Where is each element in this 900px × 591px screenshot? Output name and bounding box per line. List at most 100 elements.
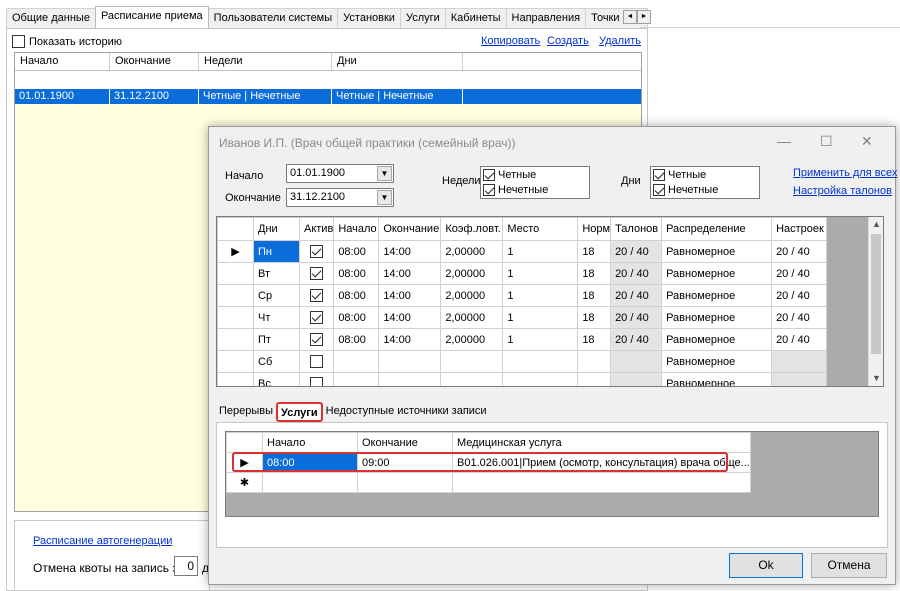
tickets-cell[interactable]: 20 / 40 — [610, 306, 663, 329]
table-row[interactable]: Сб Равномерное — [217, 350, 828, 373]
table-row[interactable]: Чт 08:00 14:00 2,00000 1 18 20 / 40 Равномерное… — [217, 306, 828, 329]
column-header-coef[interactable]: Коэф.ловт. — [440, 217, 504, 241]
norm-cell[interactable] — [577, 372, 612, 386]
distribution-cell[interactable]: Равномерное — [661, 328, 773, 351]
scroll-down-icon[interactable]: ▼ — [869, 371, 883, 386]
top-tab-1[interactable]: Общие данные — [6, 8, 96, 28]
active-checkbox-cell[interactable] — [298, 350, 335, 373]
start-cell[interactable]: 08:00 — [333, 328, 380, 351]
top-tab-3[interactable]: Пользователи системы — [207, 8, 339, 28]
end-cell[interactable] — [378, 372, 442, 386]
tab-breaks[interactable]: Перерывы — [216, 402, 276, 422]
new-start-cell[interactable] — [262, 472, 358, 493]
norm-cell[interactable]: 18 — [577, 284, 612, 307]
weeks-odd-item[interactable]: Нечетные — [481, 182, 589, 197]
weeks-checklist[interactable]: Четные Нечетные — [480, 166, 590, 199]
tickets-settings-link[interactable]: Настройка талонов — [793, 185, 892, 197]
checkbox-checked-icon[interactable] — [483, 183, 495, 196]
table-row[interactable]: 01.01.1900 31.12.2100 Четные | Нечетные … — [15, 89, 641, 104]
norm-cell[interactable]: 18 — [577, 328, 612, 351]
cell-weeks[interactable]: Четные | Нечетные — [199, 89, 332, 104]
cell-days[interactable]: Четные | Нечетные — [332, 89, 463, 104]
coef-cell[interactable] — [440, 350, 504, 373]
distribution-cell[interactable]: Равномерное — [661, 284, 773, 307]
top-tab-7[interactable]: Направления — [505, 8, 587, 28]
active-checkbox-cell[interactable] — [298, 306, 335, 329]
weeks-even-item[interactable]: Четные — [481, 167, 589, 182]
column-header-end[interactable]: Окончание — [110, 53, 199, 70]
norm-cell[interactable] — [577, 350, 612, 373]
column-header-end[interactable]: Окончание — [378, 217, 442, 241]
settings-cell[interactable]: 20 / 40 — [771, 328, 828, 351]
checkbox-checked-icon[interactable] — [310, 289, 324, 302]
days-odd-item[interactable]: Нечетные — [651, 182, 759, 197]
start-cell[interactable] — [333, 350, 380, 373]
chevron-down-icon[interactable]: ▼ — [377, 166, 392, 181]
column-header-day[interactable]: Дни — [253, 217, 300, 241]
column-header-start[interactable]: Начало — [333, 217, 380, 241]
checkbox-unchecked-icon[interactable] — [310, 377, 324, 386]
day-cell[interactable]: Вс — [253, 372, 300, 386]
table-row[interactable]: Вс Равномерное — [217, 372, 828, 386]
active-checkbox-cell[interactable] — [298, 284, 335, 307]
place-cell[interactable]: 1 — [502, 306, 579, 329]
checkbox-checked-icon[interactable] — [483, 168, 495, 181]
tab-scroll-right-icon[interactable]: ► — [637, 10, 651, 24]
checkbox-checked-icon[interactable] — [653, 183, 665, 196]
active-checkbox-cell[interactable] — [298, 372, 335, 386]
scrollbar-thumb[interactable] — [871, 234, 881, 354]
tickets-cell[interactable]: 20 / 40 — [610, 328, 663, 351]
top-tab-5[interactable]: Услуги — [399, 8, 446, 28]
tab-scroll-left-icon[interactable]: ◄ — [623, 10, 637, 24]
active-checkbox-cell[interactable] — [298, 328, 335, 351]
end-cell[interactable]: 14:00 — [378, 240, 442, 263]
checkbox-checked-icon[interactable] — [310, 245, 324, 258]
column-header-start[interactable]: Начало — [15, 53, 110, 70]
day-cell[interactable]: Чт — [253, 306, 300, 329]
chevron-down-icon[interactable]: ▼ — [377, 190, 392, 205]
day-cell[interactable]: Пн — [253, 240, 300, 263]
days-even-item[interactable]: Четные — [651, 167, 759, 182]
top-tab-4[interactable]: Установки — [337, 8, 401, 28]
apply-for-all-link[interactable]: Применить для всех — [793, 167, 897, 179]
distribution-cell[interactable]: Равномерное — [661, 240, 773, 263]
cell-end[interactable]: 31.12.2100 — [110, 89, 199, 104]
start-date-picker[interactable]: 01.01.1900 ▼ — [286, 164, 394, 183]
norm-cell[interactable]: 18 — [577, 262, 612, 285]
create-link[interactable]: Создать — [547, 35, 589, 47]
column-header-settings[interactable]: Настроек — [771, 217, 828, 241]
day-cell[interactable]: Ср — [253, 284, 300, 307]
table-row[interactable]: Вт 08:00 14:00 2,00000 1 18 20 / 40 Равномерное… — [217, 262, 828, 285]
minimize-icon[interactable]: — — [777, 133, 791, 149]
active-checkbox-cell[interactable] — [298, 262, 335, 285]
maximize-icon[interactable]: ☐ — [820, 133, 833, 150]
scroll-up-icon[interactable]: ▲ — [869, 217, 883, 232]
end-cell[interactable] — [378, 350, 442, 373]
ok-button[interactable]: Ok — [729, 553, 803, 578]
place-cell[interactable] — [502, 350, 579, 373]
start-cell[interactable]: 08:00 — [333, 284, 380, 307]
settings-cell[interactable]: 20 / 40 — [771, 284, 828, 307]
tickets-cell[interactable] — [610, 372, 663, 386]
days-checklist[interactable]: Четные Нечетные — [650, 166, 760, 199]
end-cell[interactable]: 14:00 — [378, 306, 442, 329]
column-header-place[interactable]: Место — [502, 217, 579, 241]
active-checkbox-cell[interactable] — [298, 240, 335, 263]
delete-link[interactable]: Удалить — [599, 35, 641, 47]
column-header-tickets[interactable]: Талонов — [610, 217, 663, 241]
column-header-end[interactable]: Окончание — [357, 432, 453, 453]
new-service-cell[interactable] — [452, 472, 751, 493]
day-cell[interactable]: Пт — [253, 328, 300, 351]
start-cell[interactable] — [333, 372, 380, 386]
settings-cell[interactable]: 20 / 40 — [771, 240, 828, 263]
settings-cell[interactable] — [771, 372, 828, 386]
vertical-scrollbar[interactable]: ▲ ▼ — [868, 217, 883, 386]
day-cell[interactable]: Сб — [253, 350, 300, 373]
place-cell[interactable]: 1 — [502, 284, 579, 307]
copy-link[interactable]: Копировать — [481, 35, 540, 47]
table-row[interactable]: Ср 08:00 14:00 2,00000 1 18 20 / 40 Равномерное… — [217, 284, 828, 307]
quota-input[interactable]: 0 — [174, 556, 198, 576]
coef-cell[interactable]: 2,00000 — [440, 328, 504, 351]
coef-cell[interactable]: 2,00000 — [440, 240, 504, 263]
coef-cell[interactable]: 2,00000 — [440, 284, 504, 307]
